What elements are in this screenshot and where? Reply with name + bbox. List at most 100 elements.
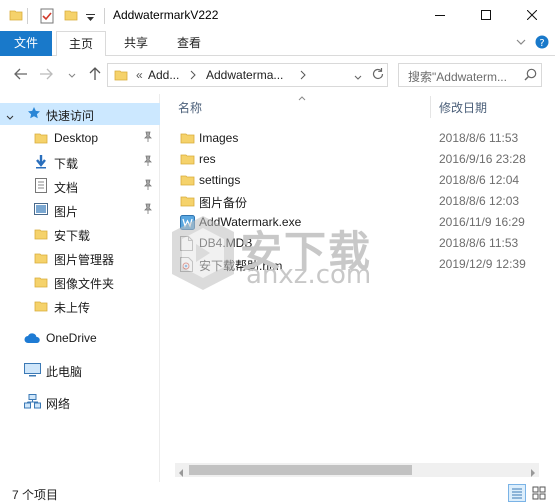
folder-icon [180, 152, 195, 169]
document-icon [35, 178, 47, 196]
pin-icon[interactable] [143, 131, 153, 143]
nav-label: 图片管理器 [54, 253, 115, 267]
nav-item-pictures[interactable]: 图片 [0, 199, 160, 221]
scrollbar-thumb[interactable] [189, 465, 412, 475]
nav-item-onedrive[interactable]: OneDrive [0, 327, 160, 349]
chevron-down-icon[interactable] [6, 110, 14, 124]
file-row-settings[interactable]: settings 2018/8/6 12:04 [172, 170, 552, 191]
scroll-left-icon[interactable] [178, 466, 184, 480]
address-dropdown-icon[interactable] [354, 70, 362, 84]
column-header-modified[interactable]: 修改日期 [439, 99, 487, 116]
column-divider[interactable] [430, 96, 431, 118]
close-button[interactable] [509, 0, 555, 31]
nav-label: 未上传 [54, 301, 91, 315]
nav-label-quick-access: 快速访问 [46, 109, 95, 123]
column-header-name[interactable]: 名称 [178, 99, 202, 116]
file-date: 2019/12/9 12:39 [439, 257, 526, 271]
nav-label: 图片 [54, 205, 79, 219]
pictures-icon [34, 203, 48, 218]
minimize-icon [435, 9, 445, 23]
breadcrumb-overflow[interactable]: « [136, 68, 143, 82]
folder-icon [180, 194, 195, 211]
up-button[interactable] [86, 66, 104, 84]
close-icon [526, 9, 538, 23]
cloud-icon [24, 333, 41, 347]
chevron-right-icon[interactable] [190, 69, 196, 83]
file-row-images[interactable]: Images 2018/8/6 11:53 [172, 128, 552, 149]
minimize-button[interactable] [417, 0, 463, 31]
maximize-button[interactable] [463, 0, 509, 31]
nav-item-not-uploaded[interactable]: 未上传 [0, 295, 160, 317]
nav-item-documents[interactable]: 文档 [0, 175, 160, 197]
search-box[interactable]: 搜索"Addwaterm... [398, 63, 542, 87]
tab-file[interactable]: 文件 [0, 31, 52, 56]
nav-item-desktop[interactable]: Desktop [0, 127, 160, 149]
folder-icon [180, 131, 195, 148]
sort-ascending-icon [298, 94, 306, 103]
nav-label-onedrive: OneDrive [46, 331, 97, 345]
nav-quick-access[interactable]: 快速访问 [0, 103, 160, 125]
svg-text:?: ? [539, 38, 544, 49]
title-separator [27, 8, 28, 24]
up-arrow-icon [89, 66, 101, 84]
properties-icon[interactable] [40, 8, 54, 27]
folder-icon [34, 251, 48, 268]
computer-icon [24, 363, 41, 380]
file-date: 2018/8/6 12:04 [439, 173, 520, 187]
tab-view[interactable]: 查看 [165, 31, 213, 56]
nav-item-downloads[interactable]: 下载 [0, 151, 160, 173]
watermark-subtext: anxz.com [246, 260, 372, 290]
details-view-icon [509, 488, 525, 504]
new-folder-icon[interactable] [64, 8, 78, 25]
recent-locations-button[interactable] [63, 66, 81, 84]
address-bar[interactable]: « Add... Addwaterma... [107, 63, 388, 87]
refresh-icon[interactable] [371, 67, 385, 84]
pin-icon[interactable] [143, 203, 153, 215]
help-icon[interactable]: ? [535, 35, 549, 52]
file-date: 2018/8/6 11:53 [439, 236, 519, 250]
file-date: 2018/8/6 12:03 [439, 194, 520, 208]
scroll-right-icon[interactable] [530, 466, 536, 480]
nav-label-network: 网络 [46, 397, 71, 411]
nav-item-anxiazai[interactable]: 安下载 [0, 223, 160, 245]
folder-icon [180, 173, 195, 190]
folder-icon [34, 131, 48, 148]
folder-icon [34, 227, 48, 244]
horizontal-scrollbar[interactable] [175, 463, 539, 477]
nav-label-this-pc: 此电脑 [46, 365, 83, 379]
breadcrumb-segment-1[interactable]: Add... [148, 68, 179, 82]
nav-item-this-pc[interactable]: 此电脑 [0, 359, 160, 381]
customize-toolbar-icon[interactable] [86, 11, 95, 25]
nav-label: 文档 [54, 181, 79, 195]
network-icon [24, 394, 41, 412]
nav-label: 图像文件夹 [54, 277, 115, 291]
nav-item-network[interactable]: 网络 [0, 391, 160, 413]
breadcrumb-segment-2[interactable]: Addwaterma... [206, 68, 283, 82]
details-view-button[interactable] [508, 484, 526, 502]
file-name: 图片备份 [199, 196, 248, 210]
pin-icon[interactable] [143, 155, 153, 167]
back-button[interactable] [12, 66, 30, 84]
file-row-res[interactable]: res 2016/9/16 23:28 [172, 149, 552, 170]
tab-home[interactable]: 主页 [56, 31, 106, 57]
pin-icon[interactable] [143, 179, 153, 191]
large-icons-view-button[interactable] [530, 484, 548, 502]
title-bar: AddwatermarkV222 [0, 0, 555, 31]
tab-share[interactable]: 共享 [112, 31, 160, 56]
forward-button[interactable] [37, 66, 55, 84]
search-input[interactable]: 搜索"Addwaterm... [408, 68, 520, 85]
navigation-pane: 快速访问 Desktop 下载 文档 图片 安下载 图片管理器 图像文件夹 未上… [0, 94, 160, 482]
nav-item-picture-manager[interactable]: 图片管理器 [0, 247, 160, 269]
expand-ribbon-icon[interactable] [516, 37, 526, 50]
item-count: 7 个项目 [12, 488, 59, 502]
ribbon-tabs: 文件 主页 共享 查看 ? [0, 31, 555, 57]
search-icon[interactable] [524, 68, 537, 84]
folder-icon [9, 8, 23, 25]
title-separator-2 [104, 8, 105, 24]
chevron-right-icon[interactable] [300, 69, 306, 83]
file-date: 2016/9/16 23:28 [439, 152, 526, 166]
nav-item-image-folder[interactable]: 图像文件夹 [0, 271, 160, 293]
file-row-picture-backup[interactable]: 图片备份 2018/8/6 12:03 [172, 191, 552, 212]
file-name: settings [199, 173, 241, 187]
file-name: res [199, 152, 216, 166]
